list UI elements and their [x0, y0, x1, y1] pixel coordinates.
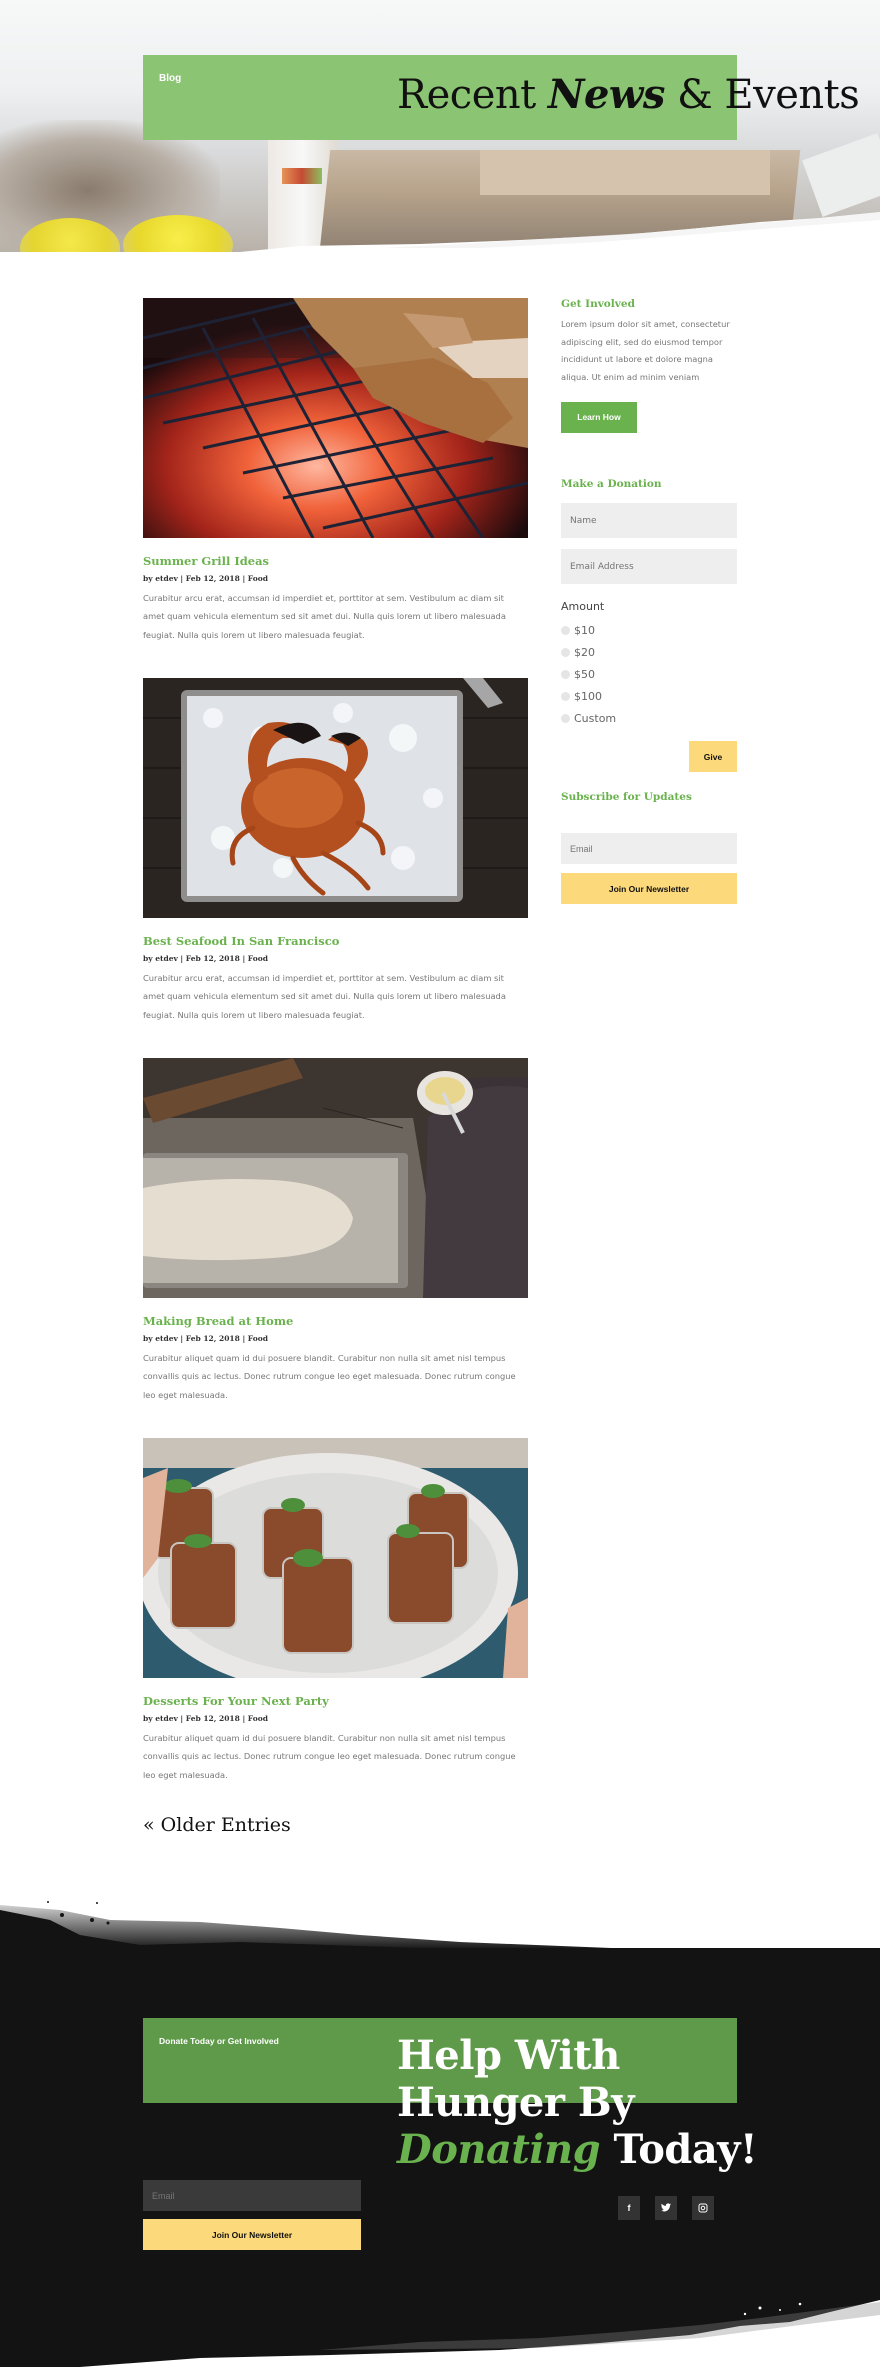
- amount-options: $10 $20 $50 $100 Custom: [561, 619, 737, 729]
- give-button[interactable]: Give: [689, 741, 737, 772]
- post-meta: by etdev | Feb 12, 2018 | Food: [143, 1334, 268, 1343]
- post-excerpt: Curabitur arcu erat, accumsan id imperdi…: [143, 593, 506, 640]
- dessert-photo: [143, 1438, 528, 1678]
- amount-option-50[interactable]: $50: [561, 663, 737, 685]
- radio-icon[interactable]: [561, 713, 570, 723]
- blog-post: Summer Grill Ideas by etdev | Feb 12, 20…: [143, 298, 528, 644]
- twitter-bird-glyph: [661, 2203, 671, 2212]
- radio-icon[interactable]: [561, 669, 570, 679]
- subscribe-email-field[interactable]: [561, 833, 737, 864]
- option-label: $10: [574, 623, 595, 637]
- option-label: Custom: [574, 711, 617, 725]
- crab-photo: [143, 678, 528, 918]
- widget-text: Lorem ipsum dolor sit amet, consectetur …: [561, 319, 730, 382]
- post-title[interactable]: Summer Grill Ideas: [143, 554, 528, 568]
- footer-ink-edge: [0, 1901, 660, 1950]
- footer-title-text: By: [564, 2079, 635, 2126]
- email-address-field[interactable]: [561, 549, 737, 584]
- facebook-icon[interactable]: f: [618, 2196, 640, 2220]
- post-meta: by etdev | Feb 12, 2018 | Food: [143, 954, 268, 963]
- amount-option-custom[interactable]: Custom: [561, 707, 737, 729]
- radio-icon[interactable]: [561, 647, 570, 657]
- title-bold-text: News: [547, 71, 665, 118]
- twitter-icon[interactable]: [655, 2196, 677, 2220]
- post-image-crab[interactable]: [143, 678, 528, 918]
- footer-title-text: Today!: [600, 2126, 758, 2173]
- post-meta: by etdev | Feb 12, 2018 | Food: [143, 1714, 268, 1723]
- amount-label: Amount: [561, 600, 605, 613]
- widget-title: Get Involved: [561, 298, 635, 310]
- learn-how-button[interactable]: Learn How: [561, 402, 637, 434]
- title-text: & Events: [664, 72, 860, 118]
- post-image-bread[interactable]: [143, 1058, 528, 1298]
- hero-box-top: [480, 150, 770, 195]
- post-title[interactable]: Desserts For Your Next Party: [143, 1694, 528, 1708]
- post-meta: by etdev | Feb 12, 2018 | Food: [143, 574, 268, 583]
- amount-option-10[interactable]: $10: [561, 619, 737, 641]
- grill-photo: [143, 298, 528, 538]
- amount-option-20[interactable]: $20: [561, 641, 737, 663]
- hero-bottle-label: [282, 168, 322, 184]
- post-image-dessert[interactable]: [143, 1438, 528, 1678]
- amount-option-100[interactable]: $100: [561, 685, 737, 707]
- footer-title: Help With Hunger By Donating Today!: [397, 2032, 758, 2173]
- bread-photo: [143, 1058, 528, 1298]
- option-label: $20: [574, 645, 595, 659]
- instagram-icon[interactable]: [692, 2196, 714, 2220]
- subscribe-widget: Subscribe for Updates Join Our Newslette…: [561, 791, 737, 904]
- blog-post: Making Bread at Home by etdev | Feb 12, …: [143, 1058, 528, 1404]
- post-excerpt: Curabitur aliquet quam id dui posuere bl…: [143, 1353, 516, 1400]
- footer-tagline: Donate Today or Get Involved: [159, 2036, 279, 2046]
- donation-widget: Make a Donation Amount $10 $20 $50 $100 …: [561, 478, 737, 772]
- get-involved-widget: Get Involved Lorem ipsum dolor sit amet,…: [561, 298, 737, 434]
- footer-title-bold: Help With: [397, 2032, 620, 2079]
- breadcrumb[interactable]: Blog: [159, 73, 181, 84]
- blog-post: Desserts For Your Next Party by etdev | …: [143, 1438, 528, 1784]
- post-excerpt: Curabitur arcu erat, accumsan id imperdi…: [143, 973, 506, 1020]
- radio-icon[interactable]: [561, 691, 570, 701]
- footer-title-highlight: Donating: [397, 2126, 601, 2173]
- radio-icon[interactable]: [561, 625, 570, 635]
- option-label: $100: [574, 689, 602, 703]
- post-title[interactable]: Making Bread at Home: [143, 1314, 528, 1328]
- post-image-grill[interactable]: [143, 298, 528, 538]
- widget-title: Make a Donation: [561, 478, 662, 490]
- post-excerpt: Curabitur aliquet quam id dui posuere bl…: [143, 1733, 516, 1780]
- instagram-glyph: [698, 2203, 708, 2213]
- footer-bottom-ink-edge: [80, 2300, 880, 2367]
- hero-torn-edge: [0, 212, 880, 255]
- name-field[interactable]: [561, 503, 737, 538]
- join-newsletter-button[interactable]: Join Our Newsletter: [561, 873, 737, 904]
- footer-email-field[interactable]: [143, 2180, 361, 2211]
- post-title[interactable]: Best Seafood In San Francisco: [143, 934, 528, 948]
- title-text: Recent: [397, 72, 548, 118]
- older-entries-link[interactable]: « Older Entries: [143, 1814, 291, 1836]
- blog-post: Best Seafood In San Francisco by etdev |…: [143, 678, 528, 1024]
- footer-title-bold: Hunger: [397, 2079, 565, 2126]
- footer-join-newsletter-button[interactable]: Join Our Newsletter: [143, 2219, 361, 2250]
- widget-title: Subscribe for Updates: [561, 791, 692, 803]
- footer: Donate Today or Get Involved Help With H…: [0, 1880, 880, 2367]
- page-title: Recent News & Events: [397, 71, 860, 119]
- option-label: $50: [574, 667, 595, 681]
